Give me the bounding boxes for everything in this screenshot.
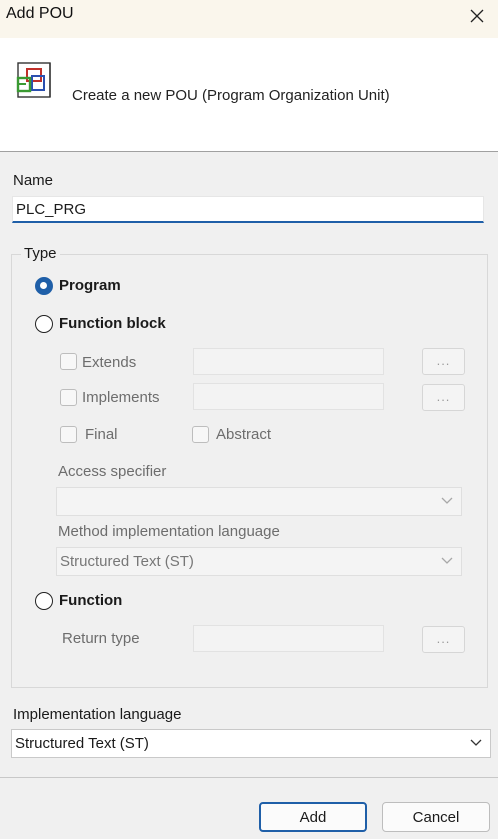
dialog-header: Create a new POU (Program Organization U… xyxy=(0,38,498,152)
pou-icon xyxy=(16,62,51,98)
abstract-label: Abstract xyxy=(216,426,272,443)
type-group-label: Type xyxy=(21,245,60,262)
implements-field[interactable] xyxy=(193,383,384,410)
dialog-description: Create a new POU (Program Organization U… xyxy=(72,87,390,104)
close-button[interactable] xyxy=(456,0,498,32)
method-impl-combo[interactable]: Structured Text (ST) xyxy=(56,547,462,576)
function-label[interactable]: Function xyxy=(59,592,122,609)
footer-separator xyxy=(0,777,498,778)
extends-browse-button[interactable]: ... xyxy=(422,348,465,375)
extends-field[interactable] xyxy=(193,348,384,375)
access-specifier-label: Access specifier xyxy=(58,463,167,480)
close-icon xyxy=(470,9,484,23)
implementation-language-combo[interactable]: Structured Text (ST) xyxy=(11,729,491,758)
chevron-down-icon xyxy=(441,557,453,564)
program-label[interactable]: Program xyxy=(59,277,121,294)
chevron-down-icon xyxy=(470,739,482,746)
abstract-checkbox[interactable] xyxy=(192,426,209,443)
function-block-label[interactable]: Function block xyxy=(59,315,166,332)
final-checkbox[interactable] xyxy=(60,426,77,443)
implementation-language-value: Structured Text (ST) xyxy=(15,735,149,752)
final-label: Final xyxy=(85,426,118,443)
implementation-language-label: Implementation language xyxy=(13,706,182,723)
title-bar: Add POU xyxy=(0,0,498,38)
method-impl-label: Method implementation language xyxy=(58,523,280,540)
window-title: Add POU xyxy=(6,5,74,22)
program-radio[interactable] xyxy=(35,277,53,295)
name-label: Name xyxy=(13,172,54,189)
extends-checkbox[interactable] xyxy=(60,353,77,370)
extends-label: Extends xyxy=(82,354,137,371)
add-button[interactable]: Add xyxy=(259,802,367,832)
function-radio[interactable] xyxy=(35,592,53,610)
method-impl-value: Structured Text (ST) xyxy=(60,553,194,570)
implements-label: Implements xyxy=(82,389,160,406)
function-block-radio[interactable] xyxy=(35,315,53,333)
implements-browse-button[interactable]: ... xyxy=(422,384,465,411)
return-type-label: Return type xyxy=(62,630,140,647)
name-input[interactable]: PLC_PRG xyxy=(12,196,484,223)
cancel-button[interactable]: Cancel xyxy=(382,802,490,832)
chevron-down-icon xyxy=(441,497,453,504)
return-type-browse-button[interactable]: ... xyxy=(422,626,465,653)
return-type-field[interactable] xyxy=(193,625,384,652)
access-specifier-combo[interactable] xyxy=(56,487,462,516)
implements-checkbox[interactable] xyxy=(60,389,77,406)
